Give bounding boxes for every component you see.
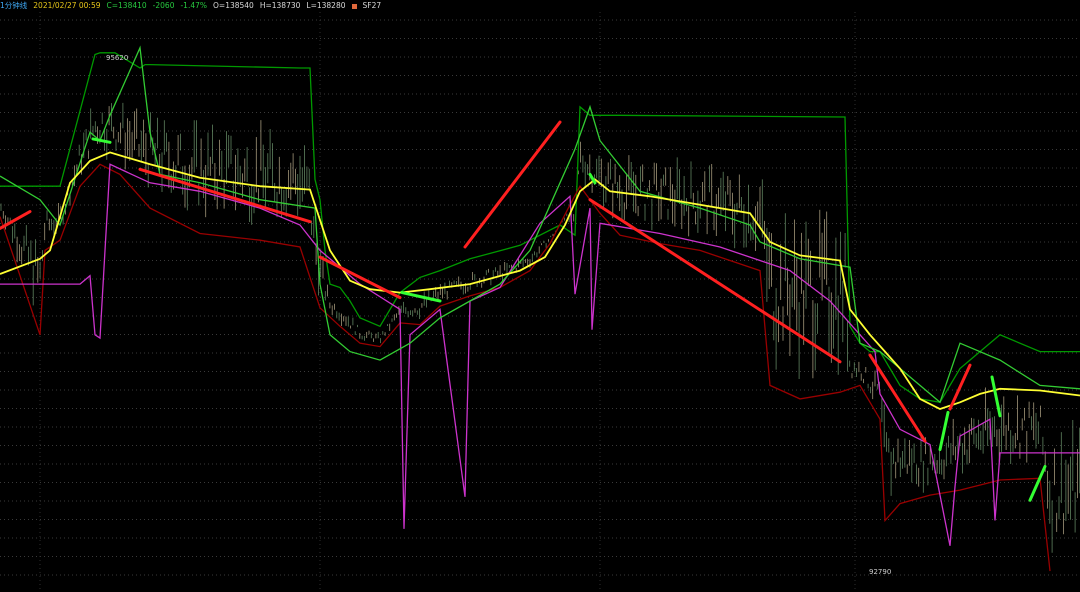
chart-grid bbox=[0, 12, 1080, 592]
symbol-tag[interactable]: SF27 bbox=[351, 1, 388, 10]
high-price-label: 95620 bbox=[106, 54, 129, 62]
trend-segment bbox=[1028, 464, 1047, 502]
low-price-label: 92790 bbox=[869, 568, 892, 576]
trend-segment bbox=[990, 375, 1002, 418]
change-pct-readout: -1.47% bbox=[180, 1, 208, 10]
indicator-line bbox=[0, 45, 1080, 404]
symbol-color-icon bbox=[351, 3, 357, 9]
trend-segment bbox=[91, 137, 112, 144]
change-readout: -2060 bbox=[152, 1, 175, 10]
trend-segment bbox=[868, 353, 927, 443]
trend-segment bbox=[463, 120, 562, 249]
chart-header: 1分钟线 2021/02/27 00:59 C=138410 -2060 -1.47% O… bbox=[0, 0, 393, 12]
open-readout: O=138540 bbox=[213, 1, 254, 10]
indicator-lines bbox=[0, 45, 1080, 572]
indicator-line bbox=[0, 163, 1051, 572]
close-readout: C=138410 bbox=[106, 1, 147, 10]
trend-segment bbox=[138, 167, 312, 224]
period-label[interactable]: 1分钟线 bbox=[0, 1, 27, 10]
trend-segment bbox=[318, 255, 402, 300]
symbol-label: SF27 bbox=[362, 1, 382, 10]
datetime-readout: 2021/02/27 00:59 bbox=[33, 1, 101, 10]
high-readout: H=138730 bbox=[259, 1, 301, 10]
price-chart[interactable] bbox=[0, 0, 1080, 592]
price-bars bbox=[0, 102, 1080, 553]
indicator-line bbox=[0, 163, 1080, 546]
trend-segment bbox=[400, 291, 442, 303]
trend-segments bbox=[0, 120, 1047, 502]
trend-segment bbox=[938, 410, 950, 452]
low-readout: L=138280 bbox=[306, 1, 346, 10]
